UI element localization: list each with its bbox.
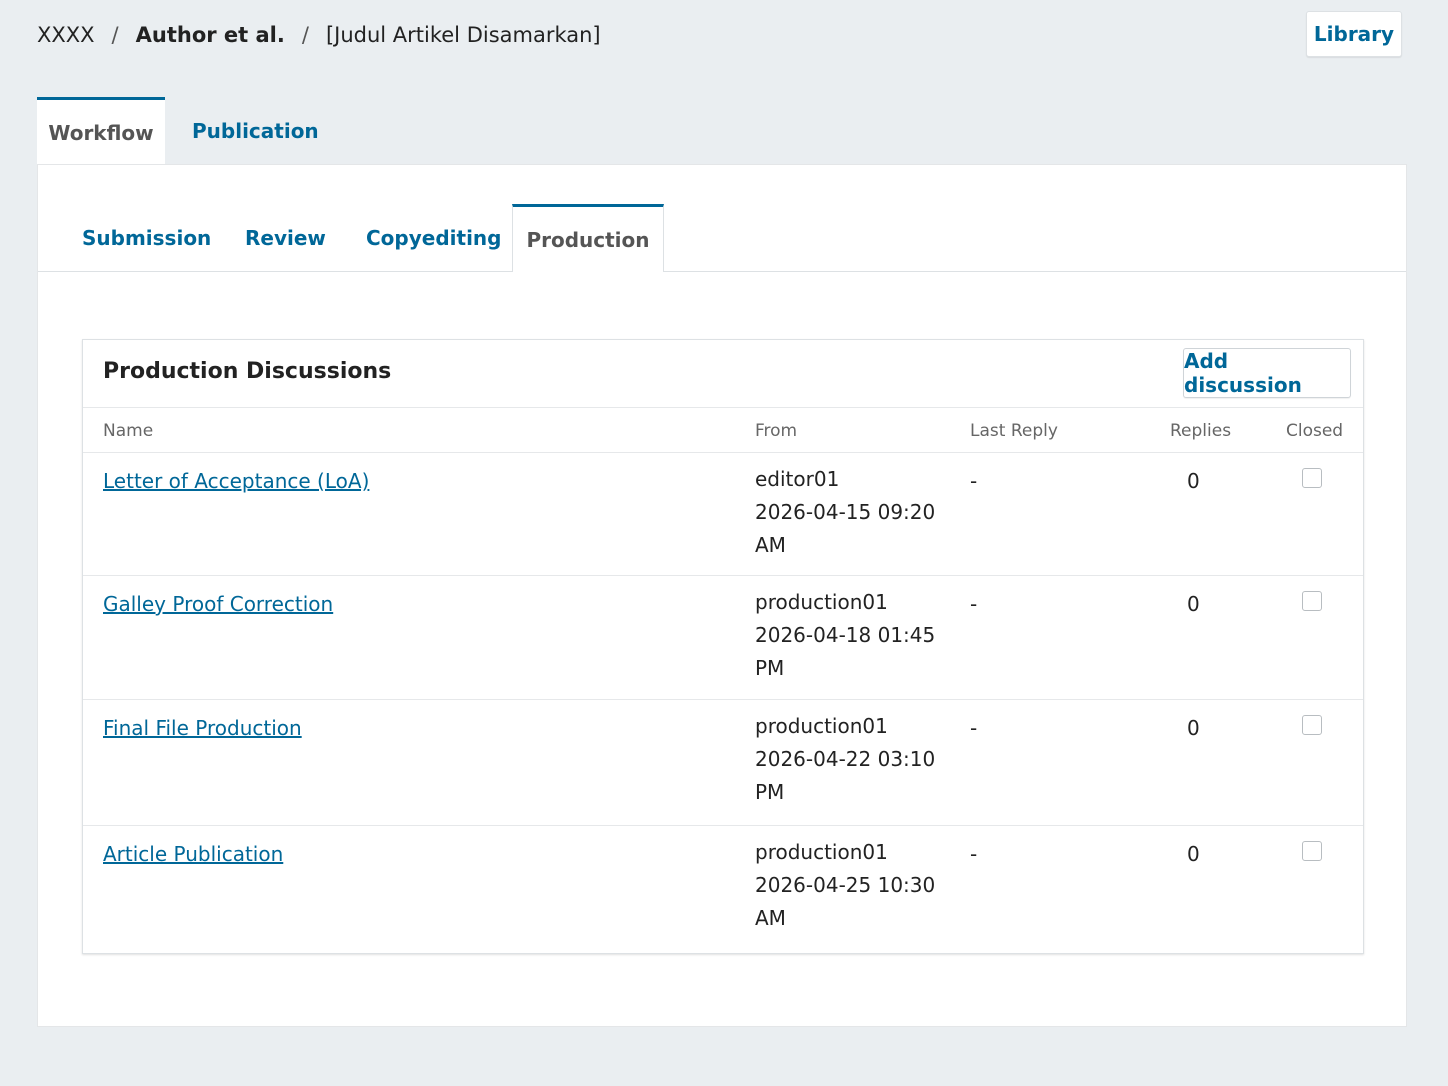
- discussion-link[interactable]: Final File Production: [103, 716, 302, 740]
- closed-checkbox[interactable]: [1302, 591, 1322, 611]
- last-reply: -: [970, 716, 978, 740]
- closed-checkbox[interactable]: [1302, 715, 1322, 735]
- from-ampm: PM: [755, 656, 785, 680]
- replies-count: 0: [1187, 469, 1200, 493]
- production-discussions-card: Production Discussions Add discussion Na…: [82, 339, 1364, 954]
- library-button[interactable]: Library: [1306, 11, 1402, 57]
- table-row: Letter of Acceptance (LoA) editor01 2026…: [83, 452, 1363, 575]
- top-tabs: Workflow Publication: [37, 97, 335, 165]
- breadcrumb-author: Author et al.: [135, 23, 285, 47]
- table-row: Article Publication production01 2026-04…: [83, 825, 1363, 953]
- card-header: Production Discussions Add discussion: [83, 340, 1363, 408]
- from-user: production01: [755, 840, 888, 864]
- column-header-last-reply: Last Reply: [970, 421, 1058, 441]
- tab-production[interactable]: Production: [512, 204, 664, 272]
- discussion-from: editor01 2026-04-15 09:20 AM: [755, 463, 945, 562]
- table-row: Final File Production production01 2026-…: [83, 699, 1363, 825]
- replies-count: 0: [1187, 592, 1200, 616]
- table-row: Galley Proof Correction production01 202…: [83, 575, 1363, 699]
- from-date: 2026-04-15 09:20: [755, 500, 936, 524]
- column-header-from: From: [755, 421, 798, 441]
- from-user: production01: [755, 590, 888, 614]
- breadcrumb-separator: /: [301, 23, 309, 47]
- closed-checkbox[interactable]: [1302, 468, 1322, 488]
- breadcrumb: XXXX / Author et al. / [Judul Artikel Di…: [37, 18, 601, 52]
- card-title: Production Discussions: [103, 359, 392, 384]
- from-user: production01: [755, 714, 888, 738]
- last-reply: -: [970, 592, 978, 616]
- from-date: 2026-04-25 10:30: [755, 873, 936, 897]
- column-header-replies: Replies: [1170, 421, 1232, 441]
- discussion-link[interactable]: Article Publication: [103, 842, 283, 866]
- last-reply: -: [970, 469, 978, 493]
- workflow-panel: Submission Review Copyediting Production…: [37, 164, 1407, 1027]
- tab-workflow[interactable]: Workflow: [37, 97, 165, 165]
- tab-review[interactable]: Review: [245, 204, 326, 272]
- tab-publication[interactable]: Publication: [165, 97, 335, 165]
- from-date: 2026-04-22 03:10: [755, 747, 936, 771]
- tab-submission[interactable]: Submission: [82, 204, 211, 272]
- discussion-from: production01 2026-04-22 03:10 PM: [755, 710, 945, 809]
- stage-tabs: Submission Review Copyediting Production: [38, 204, 1406, 272]
- last-reply: -: [970, 842, 978, 866]
- add-discussion-button[interactable]: Add discussion: [1183, 348, 1351, 398]
- replies-count: 0: [1187, 842, 1200, 866]
- from-date: 2026-04-18 01:45: [755, 623, 936, 647]
- breadcrumb-title: [Judul Artikel Disamarkan]: [325, 23, 601, 47]
- discussion-link[interactable]: Letter of Acceptance (LoA): [103, 469, 369, 493]
- tab-copyediting[interactable]: Copyediting: [366, 204, 501, 272]
- discussion-from: production01 2026-04-18 01:45 PM: [755, 586, 945, 685]
- from-user: editor01: [755, 467, 840, 491]
- from-ampm: AM: [755, 906, 786, 930]
- discussion-link[interactable]: Galley Proof Correction: [103, 592, 333, 616]
- closed-checkbox[interactable]: [1302, 841, 1322, 861]
- breadcrumb-separator: /: [111, 23, 119, 47]
- from-ampm: AM: [755, 533, 786, 557]
- column-header-name: Name: [103, 421, 154, 441]
- column-header-closed: Closed: [1286, 421, 1344, 441]
- replies-count: 0: [1187, 716, 1200, 740]
- breadcrumb-context[interactable]: XXXX: [37, 23, 95, 47]
- from-ampm: PM: [755, 780, 785, 804]
- discussion-from: production01 2026-04-25 10:30 AM: [755, 836, 945, 935]
